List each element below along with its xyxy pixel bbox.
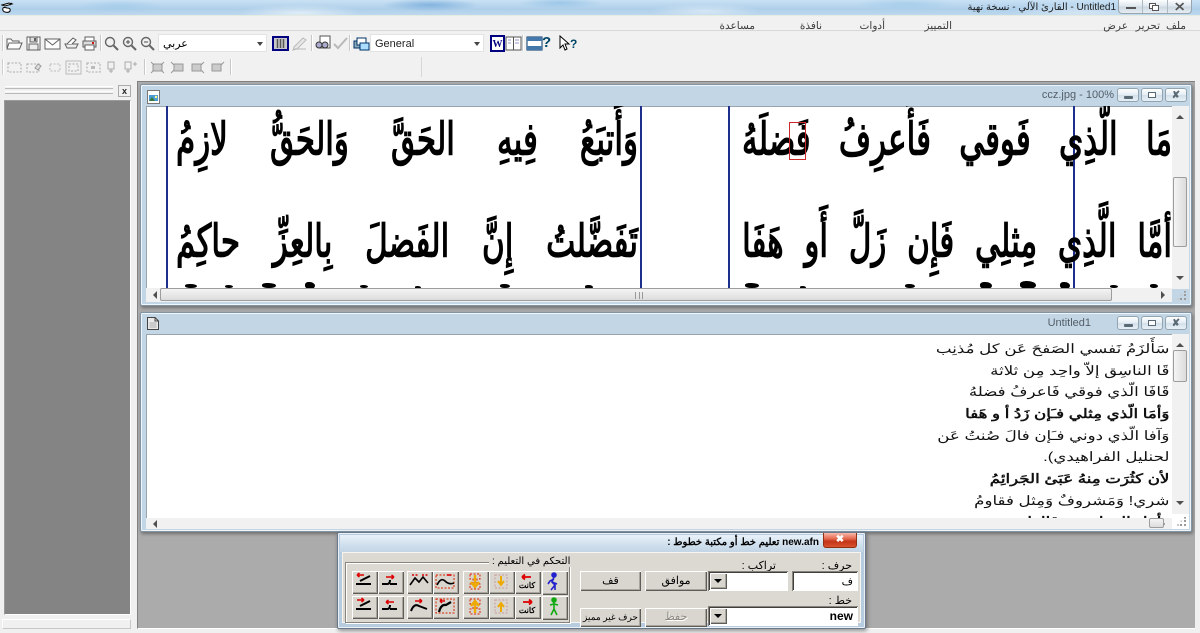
svg-text:?: ? [570,37,577,51]
svg-text:W: W [493,39,503,50]
svg-text:كانت: كانت [519,606,536,615]
svg-text:كانت: كانت [519,581,536,590]
